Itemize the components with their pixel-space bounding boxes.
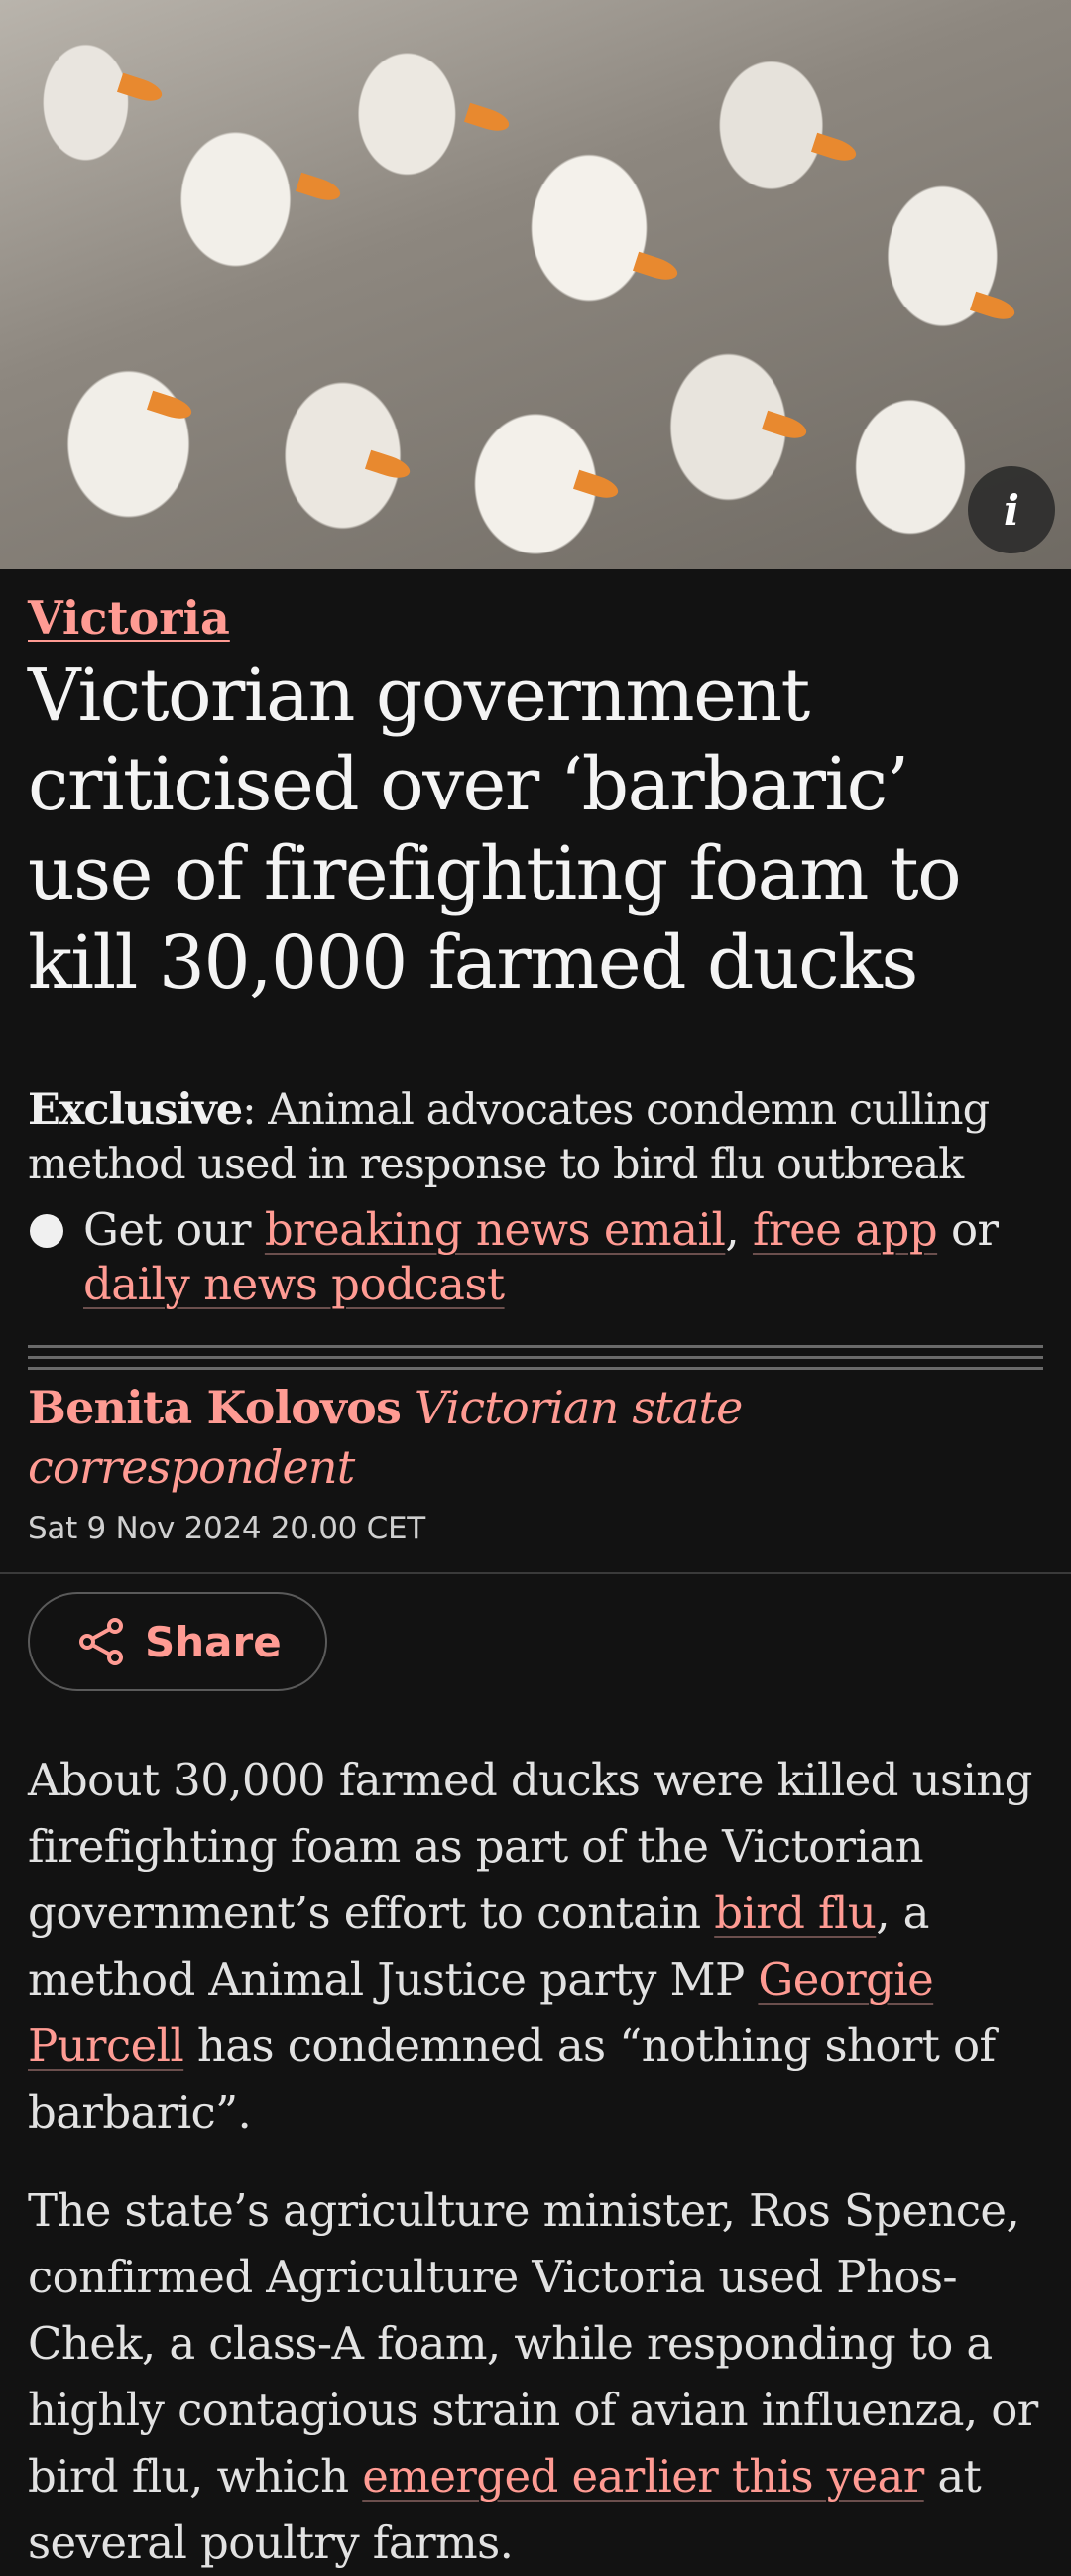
emerged-earlier-link[interactable]: emerged earlier this year: [362, 2450, 924, 2503]
duck-beak: [295, 172, 344, 205]
byline: Benita Kolovos Victorian state correspon…: [28, 1378, 1043, 1497]
share-icon: [79, 1618, 123, 1665]
divider-lines: [28, 1345, 1043, 1370]
author-link[interactable]: Benita Kolovos: [28, 1381, 402, 1434]
share-label: Share: [145, 1617, 282, 1666]
duck-beak: [364, 449, 414, 483]
duck-beak: [463, 102, 513, 136]
bullet-icon: [30, 1214, 63, 1248]
article-body: About 30,000 farmed ducks were killed us…: [28, 1747, 1043, 2576]
promo-sep: ,: [725, 1203, 753, 1256]
free-app-link[interactable]: free app: [753, 1203, 938, 1256]
duck-beak: [146, 390, 195, 424]
duck-beak: [810, 132, 860, 166]
section-link-victoria[interactable]: Victoria: [28, 591, 230, 645]
dateline: Sat 9 Nov 2024 20.00 CET: [28, 1511, 425, 1546]
duck-beak: [761, 410, 810, 443]
info-icon[interactable]: i: [968, 466, 1055, 553]
duck-beak: [572, 469, 622, 503]
paragraph: About 30,000 farmed ducks were killed us…: [28, 1747, 1043, 2146]
daily-news-podcast-link[interactable]: daily news podcast: [83, 1258, 505, 1310]
promo-links: Get our breaking news email, free app or…: [28, 1202, 1043, 1311]
promo-mid: or: [937, 1203, 999, 1256]
exclusive-label: Exclusive: [28, 1085, 243, 1135]
duck-beak: [969, 291, 1018, 324]
promo-prefix: Get our: [83, 1203, 265, 1256]
breaking-news-email-link[interactable]: breaking news email: [265, 1203, 726, 1256]
hero-image: i: [0, 0, 1071, 569]
divider: [0, 1572, 1071, 1574]
duck-beak: [116, 72, 166, 106]
standfirst: Exclusive: Animal advocates condemn cull…: [28, 1083, 1043, 1192]
article: Victoria Victorian government criticised…: [0, 569, 1071, 2576]
share-button[interactable]: Share: [28, 1592, 327, 1691]
headline: Victorian government criticised over ‘ba…: [28, 653, 962, 1006]
paragraph: The state’s agriculture minister, Ros Sp…: [28, 2177, 1043, 2576]
bird-flu-link[interactable]: bird flu: [714, 1887, 877, 1939]
duck-beak: [632, 251, 681, 285]
